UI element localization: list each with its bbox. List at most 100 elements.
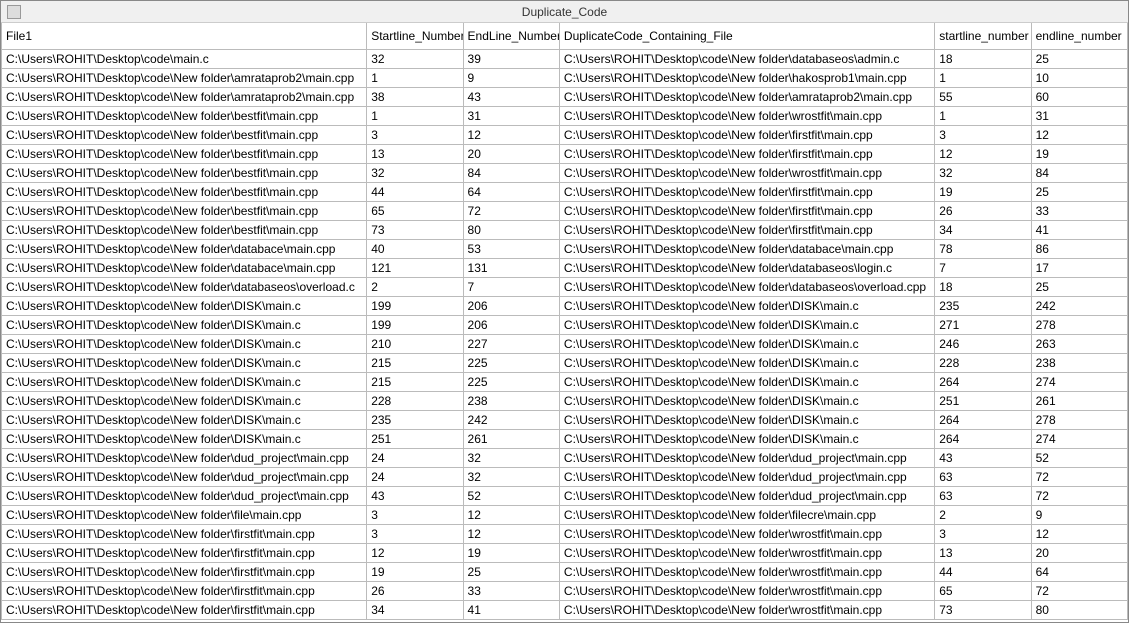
- cell-file2[interactable]: C:\Users\ROHIT\Desktop\code\New folder\D…: [559, 429, 934, 448]
- cell-start1[interactable]: 3: [367, 125, 463, 144]
- cell-file1[interactable]: C:\Users\ROHIT\Desktop\code\New folder\D…: [2, 353, 367, 372]
- cell-file2[interactable]: C:\Users\ROHIT\Desktop\code\New folder\f…: [559, 144, 934, 163]
- table-row[interactable]: C:\Users\ROHIT\Desktop\code\New folder\d…: [2, 277, 1128, 296]
- cell-start1[interactable]: 199: [367, 315, 463, 334]
- col-header-start1[interactable]: Startline_Number: [367, 23, 463, 49]
- cell-start1[interactable]: 34: [367, 600, 463, 619]
- cell-start2[interactable]: 34: [935, 220, 1031, 239]
- cell-file1[interactable]: C:\Users\ROHIT\Desktop\code\New folder\D…: [2, 391, 367, 410]
- cell-end2[interactable]: 52: [1031, 448, 1127, 467]
- cell-end2[interactable]: 242: [1031, 296, 1127, 315]
- cell-end2[interactable]: 274: [1031, 372, 1127, 391]
- table-row[interactable]: C:\Users\ROHIT\Desktop\code\main.c3239C:…: [2, 49, 1128, 68]
- cell-end1[interactable]: 9: [463, 68, 559, 87]
- cell-start2[interactable]: 65: [935, 581, 1031, 600]
- cell-file1[interactable]: C:\Users\ROHIT\Desktop\code\New folder\D…: [2, 334, 367, 353]
- table-row[interactable]: C:\Users\ROHIT\Desktop\code\New folder\b…: [2, 220, 1128, 239]
- cell-start1[interactable]: 3: [367, 505, 463, 524]
- cell-start2[interactable]: 43: [935, 448, 1031, 467]
- cell-file1[interactable]: C:\Users\ROHIT\Desktop\code\New folder\b…: [2, 163, 367, 182]
- cell-file1[interactable]: C:\Users\ROHIT\Desktop\code\New folder\f…: [2, 524, 367, 543]
- cell-end2[interactable]: 278: [1031, 410, 1127, 429]
- cell-end1[interactable]: 31: [463, 106, 559, 125]
- cell-end1[interactable]: 39: [463, 49, 559, 68]
- cell-start2[interactable]: 2: [935, 505, 1031, 524]
- cell-start2[interactable]: 73: [935, 600, 1031, 619]
- col-header-start2[interactable]: startline_number: [935, 23, 1031, 49]
- cell-file2[interactable]: C:\Users\ROHIT\Desktop\code\New folder\d…: [559, 239, 934, 258]
- cell-file2[interactable]: C:\Users\ROHIT\Desktop\code\New folder\w…: [559, 106, 934, 125]
- cell-file2[interactable]: C:\Users\ROHIT\Desktop\code\New folder\d…: [559, 486, 934, 505]
- cell-end1[interactable]: 52: [463, 486, 559, 505]
- table-row[interactable]: C:\Users\ROHIT\Desktop\code\New folder\b…: [2, 182, 1128, 201]
- cell-end2[interactable]: 274: [1031, 429, 1127, 448]
- cell-start1[interactable]: 24: [367, 467, 463, 486]
- cell-end2[interactable]: 10: [1031, 68, 1127, 87]
- cell-file1[interactable]: C:\Users\ROHIT\Desktop\code\New folder\d…: [2, 486, 367, 505]
- cell-start1[interactable]: 38: [367, 87, 463, 106]
- table-row[interactable]: C:\Users\ROHIT\Desktop\code\New folder\D…: [2, 315, 1128, 334]
- cell-file1[interactable]: C:\Users\ROHIT\Desktop\code\New folder\D…: [2, 315, 367, 334]
- cell-end1[interactable]: 227: [463, 334, 559, 353]
- cell-end2[interactable]: 9: [1031, 505, 1127, 524]
- cell-file2[interactable]: C:\Users\ROHIT\Desktop\code\New folder\w…: [559, 163, 934, 182]
- cell-end1[interactable]: 225: [463, 372, 559, 391]
- cell-start2[interactable]: 246: [935, 334, 1031, 353]
- cell-end2[interactable]: 20: [1031, 543, 1127, 562]
- cell-file1[interactable]: C:\Users\ROHIT\Desktop\code\New folder\b…: [2, 220, 367, 239]
- cell-file1[interactable]: C:\Users\ROHIT\Desktop\code\New folder\D…: [2, 429, 367, 448]
- cell-start1[interactable]: 32: [367, 49, 463, 68]
- cell-start2[interactable]: 251: [935, 391, 1031, 410]
- cell-start1[interactable]: 1: [367, 106, 463, 125]
- table-row[interactable]: C:\Users\ROHIT\Desktop\code\New folder\f…: [2, 581, 1128, 600]
- cell-end1[interactable]: 225: [463, 353, 559, 372]
- cell-end2[interactable]: 72: [1031, 486, 1127, 505]
- cell-file2[interactable]: C:\Users\ROHIT\Desktop\code\New folder\w…: [559, 524, 934, 543]
- cell-end1[interactable]: 43: [463, 87, 559, 106]
- cell-file2[interactable]: C:\Users\ROHIT\Desktop\code\New folder\w…: [559, 562, 934, 581]
- cell-file2[interactable]: C:\Users\ROHIT\Desktop\code\New folder\D…: [559, 410, 934, 429]
- cell-file2[interactable]: C:\Users\ROHIT\Desktop\code\New folder\f…: [559, 220, 934, 239]
- cell-start2[interactable]: 228: [935, 353, 1031, 372]
- cell-start1[interactable]: 121: [367, 258, 463, 277]
- table-row[interactable]: C:\Users\ROHIT\Desktop\code\New folder\d…: [2, 239, 1128, 258]
- cell-file2[interactable]: C:\Users\ROHIT\Desktop\code\New folder\w…: [559, 581, 934, 600]
- cell-start1[interactable]: 40: [367, 239, 463, 258]
- cell-start1[interactable]: 251: [367, 429, 463, 448]
- cell-start1[interactable]: 235: [367, 410, 463, 429]
- table-row[interactable]: C:\Users\ROHIT\Desktop\code\New folder\b…: [2, 106, 1128, 125]
- table-row[interactable]: C:\Users\ROHIT\Desktop\code\New folder\b…: [2, 163, 1128, 182]
- cell-start1[interactable]: 1: [367, 68, 463, 87]
- cell-start1[interactable]: 215: [367, 353, 463, 372]
- col-header-end2[interactable]: endline_number: [1031, 23, 1127, 49]
- table-row[interactable]: C:\Users\ROHIT\Desktop\code\New folder\b…: [2, 201, 1128, 220]
- cell-start2[interactable]: 63: [935, 467, 1031, 486]
- cell-start2[interactable]: 32: [935, 163, 1031, 182]
- cell-file2[interactable]: C:\Users\ROHIT\Desktop\code\New folder\d…: [559, 277, 934, 296]
- table-row[interactable]: C:\Users\ROHIT\Desktop\code\New folder\f…: [2, 505, 1128, 524]
- cell-end1[interactable]: 20: [463, 144, 559, 163]
- cell-file1[interactable]: C:\Users\ROHIT\Desktop\code\New folder\b…: [2, 125, 367, 144]
- cell-file1[interactable]: C:\Users\ROHIT\Desktop\code\New folder\D…: [2, 296, 367, 315]
- cell-end2[interactable]: 86: [1031, 239, 1127, 258]
- cell-end2[interactable]: 31: [1031, 106, 1127, 125]
- cell-file2[interactable]: C:\Users\ROHIT\Desktop\code\New folder\d…: [559, 49, 934, 68]
- table-scroll-area[interactable]: File1 Startline_Number EndLine_Number Du…: [1, 23, 1128, 622]
- table-row[interactable]: C:\Users\ROHIT\Desktop\code\New folder\b…: [2, 144, 1128, 163]
- cell-end1[interactable]: 261: [463, 429, 559, 448]
- table-row[interactable]: C:\Users\ROHIT\Desktop\code\New folder\d…: [2, 258, 1128, 277]
- cell-end2[interactable]: 278: [1031, 315, 1127, 334]
- table-row[interactable]: C:\Users\ROHIT\Desktop\code\New folder\D…: [2, 391, 1128, 410]
- cell-end1[interactable]: 19: [463, 543, 559, 562]
- cell-end1[interactable]: 32: [463, 448, 559, 467]
- cell-file2[interactable]: C:\Users\ROHIT\Desktop\code\New folder\d…: [559, 448, 934, 467]
- table-row[interactable]: C:\Users\ROHIT\Desktop\code\New folder\f…: [2, 562, 1128, 581]
- cell-start2[interactable]: 55: [935, 87, 1031, 106]
- cell-end1[interactable]: 7: [463, 277, 559, 296]
- cell-end1[interactable]: 41: [463, 600, 559, 619]
- cell-file1[interactable]: C:\Users\ROHIT\Desktop\code\New folder\d…: [2, 467, 367, 486]
- cell-start2[interactable]: 19: [935, 182, 1031, 201]
- col-header-file1[interactable]: File1: [2, 23, 367, 49]
- titlebar[interactable]: Duplicate_Code: [1, 1, 1128, 23]
- cell-end1[interactable]: 238: [463, 391, 559, 410]
